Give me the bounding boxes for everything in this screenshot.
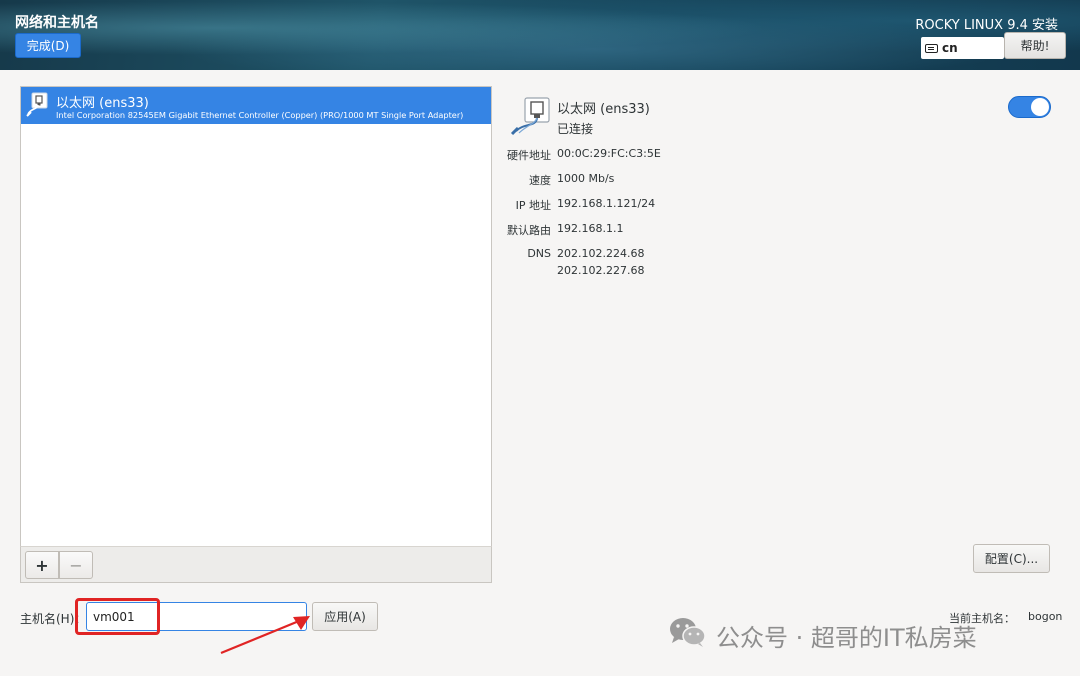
apply-button[interactable]: 应用(A) (312, 602, 378, 631)
connection-status: 已连接 (557, 122, 594, 136)
current-hostname-value: bogon (1028, 610, 1063, 623)
default-route-value: 192.168.1.1 (557, 222, 624, 235)
ip-address-label: IP 地址 (515, 199, 551, 212)
ip-address-value: 192.168.1.121/24 (557, 197, 656, 210)
device-description: Intel Corporation 82545EM Gigabit Ethern… (56, 110, 464, 120)
product-title: ROCKY LINUX 9.4 安装 (915, 18, 1058, 33)
toggle-knob (1031, 98, 1049, 116)
add-device-button[interactable]: + (25, 551, 59, 579)
done-button[interactable]: 完成(D) (15, 33, 81, 58)
speed-label: 速度 (529, 174, 551, 187)
dns-value-secondary: 202.102.227.68 (557, 264, 645, 277)
dns-value-primary: 202.102.224.68 (557, 247, 645, 260)
hardware-address-value: 00:0C:29:FC:C3:5E (557, 147, 661, 160)
help-button[interactable]: 帮助! (1004, 32, 1066, 59)
keyboard-layout-indicator[interactable]: cn (921, 37, 1004, 59)
speed-value: 1000 Mb/s (557, 172, 615, 185)
ethernet-icon (510, 96, 552, 140)
network-device-list: 以太网 (ens33) Intel Corporation 82545EM Gi… (20, 86, 492, 547)
remove-device-button[interactable]: − (59, 551, 93, 579)
keyboard-layout-label: cn (942, 41, 958, 55)
detail-device-name: 以太网 (ens33) (557, 102, 650, 117)
header-banner: 网络和主机名 完成(D) ROCKY LINUX 9.4 安装 cn 帮助! (0, 0, 1080, 70)
wechat-icon (668, 616, 708, 654)
default-route-label: 默认路由 (507, 224, 551, 237)
dns-label: DNS (527, 247, 551, 260)
hostname-label: 主机名(H)： (20, 612, 87, 626)
ethernet-icon (25, 92, 49, 122)
device-name: 以太网 (ens33) (56, 96, 149, 111)
page-title: 网络和主机名 (15, 15, 99, 31)
watermark-text: 公众号 · 超哥的IT私房菜 (716, 623, 977, 652)
device-row-ens33[interactable]: 以太网 (ens33) Intel Corporation 82545EM Gi… (21, 87, 491, 124)
device-enable-toggle[interactable] (1008, 96, 1051, 118)
configure-button[interactable]: 配置(C)... (973, 544, 1050, 573)
watermark: 公众号 · 超哥的IT私房菜 (668, 616, 977, 654)
annotation-arrow-icon (215, 612, 315, 661)
device-list-toolbar: + − (20, 546, 492, 583)
hardware-address-label: 硬件地址 (507, 149, 551, 162)
keyboard-icon (925, 43, 938, 53)
